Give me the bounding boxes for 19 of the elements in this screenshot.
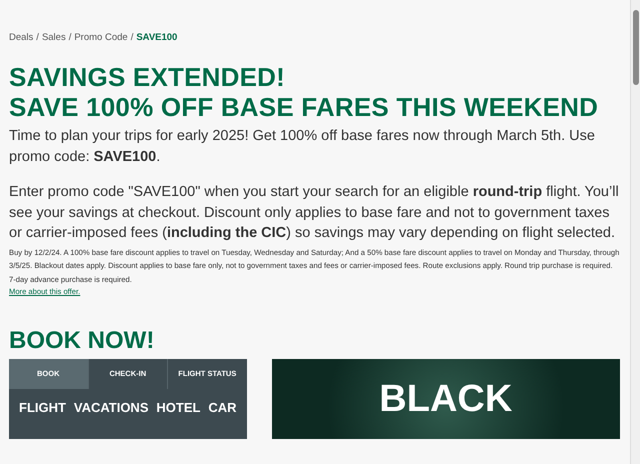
banner-title: BLACK bbox=[379, 379, 512, 419]
scrollbar[interactable] bbox=[630, 0, 640, 464]
booking-type-tab[interactable]: VACATIONS bbox=[74, 401, 148, 415]
booking-type-tab[interactable]: FLIGHT bbox=[19, 401, 66, 415]
breadcrumb-link[interactable]: Promo Code bbox=[74, 30, 128, 46]
breadcrumb-separator: / bbox=[130, 30, 134, 45]
booking-type-tab[interactable]: HOTEL bbox=[156, 401, 200, 415]
breadcrumb-separator: / bbox=[68, 30, 72, 45]
book-now-heading: BOOK NOW! bbox=[9, 326, 156, 356]
headline-line: SAVINGS EXTENDED! bbox=[9, 62, 286, 92]
headline-line: SAVE 100% OFF BASE FARES THIS WEEKEND bbox=[9, 92, 600, 122]
breadcrumb-link[interactable]: Sales bbox=[42, 30, 66, 46]
details-paragraph: Enter promo code "SAVE100" when you start your search for an eligible round-trip flight. You’ll see your savings at checkout. Discount only applies to base fare and not to government taxes or carrier-imposed fees (including the CIC) so savings may vary depending on flight selected. bbox=[9, 183, 620, 243]
scrollbar-thumb[interactable] bbox=[632, 10, 638, 85]
breadcrumb-current: SAVE100 bbox=[136, 30, 178, 45]
breadcrumb-separator: / bbox=[36, 30, 39, 45]
breadcrumb-link[interactable]: Deals bbox=[9, 30, 34, 46]
booking-type-tab[interactable]: CAR bbox=[208, 401, 237, 415]
intro-paragraph: Time to plan your trips for early 2025! Get 100% off base fares now through March 5th. Use promo code: SAVE100. bbox=[9, 127, 596, 167]
